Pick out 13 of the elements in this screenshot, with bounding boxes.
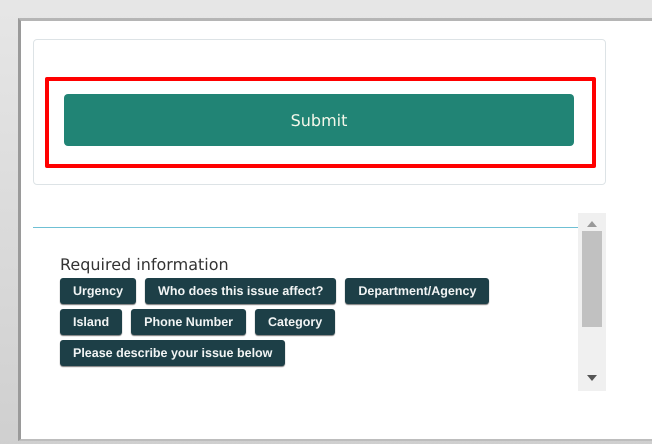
required-field-tag: Who does this issue affect? — [145, 278, 336, 304]
required-field-tag: Please describe your issue below — [60, 340, 286, 366]
required-field-tag: Urgency — [60, 278, 136, 304]
required-information-label: Required information — [60, 255, 230, 274]
scroll-up-icon[interactable] — [587, 221, 597, 227]
scroll-down-icon[interactable] — [587, 375, 597, 381]
required-field-tag: Department/Agency — [345, 278, 490, 304]
scrollbar[interactable] — [578, 213, 606, 391]
required-field-tag: Category — [255, 309, 336, 335]
scrollbar-thumb[interactable] — [582, 231, 602, 327]
required-field-tag: Phone Number — [131, 309, 246, 335]
submit-button[interactable]: Submit — [64, 94, 574, 146]
required-field-tag: Island — [60, 309, 122, 335]
